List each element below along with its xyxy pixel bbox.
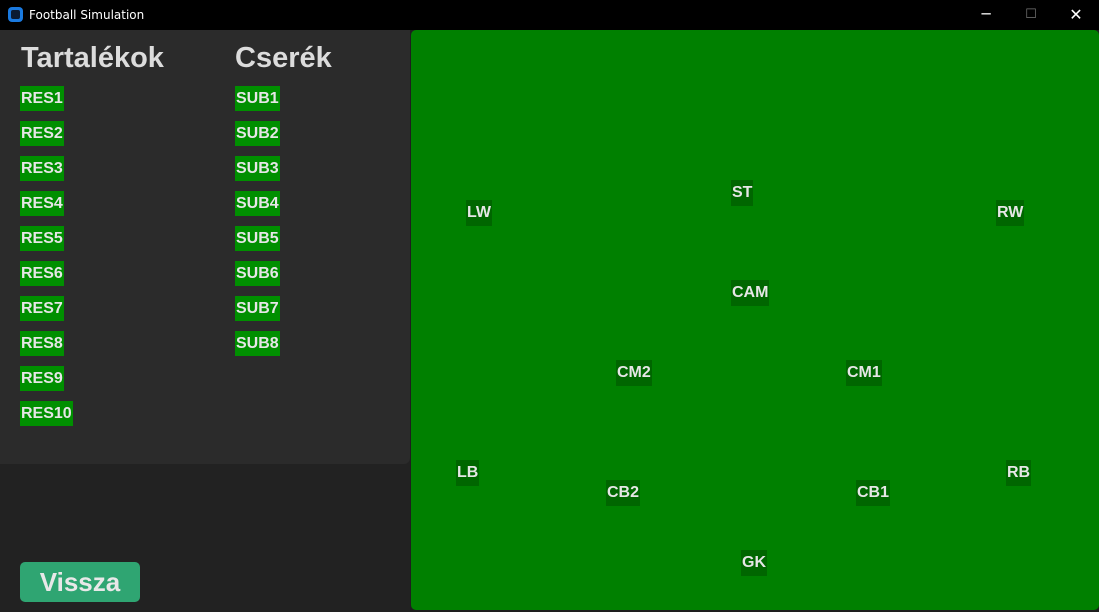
position-st[interactable]: ST [731,180,754,206]
substitute-player[interactable]: SUB6 [235,261,280,286]
substitute-player[interactable]: SUB5 [235,226,280,251]
substitutes-heading: Cserék [235,42,332,74]
position-cb2[interactable]: CB2 [606,480,641,506]
reserve-player[interactable]: RES7 [20,296,64,321]
title-bar: Football Simulation ─ ☐ ✕ [0,0,1099,30]
position-cam[interactable]: CAM [731,280,770,306]
minimize-button[interactable]: ─ [963,0,1009,30]
reserve-player[interactable]: RES5 [20,226,64,251]
back-button[interactable]: Vissza [20,562,140,602]
position-cb1[interactable]: CB1 [856,480,891,506]
app-icon [8,7,23,22]
reserve-player[interactable]: RES9 [20,366,64,391]
pitch: ST LW RW CAM CM2 CM1 LB RB CB2 CB1 GK [411,30,1099,610]
position-gk[interactable]: GK [741,550,767,576]
position-cm1[interactable]: CM1 [846,360,882,386]
substitute-player[interactable]: SUB2 [235,121,280,146]
reserve-player[interactable]: RES4 [20,191,64,216]
reserve-player[interactable]: RES8 [20,331,64,356]
reserve-player[interactable]: RES3 [20,156,64,181]
substitute-player[interactable]: SUB3 [235,156,280,181]
reserve-player[interactable]: RES6 [20,261,64,286]
window-title: Football Simulation [29,8,145,22]
reserve-player[interactable]: RES2 [20,121,64,146]
substitute-player[interactable]: SUB4 [235,191,280,216]
position-cm2[interactable]: CM2 [616,360,652,386]
maximize-button[interactable]: ☐ [1008,0,1054,30]
substitute-player[interactable]: SUB1 [235,86,280,111]
position-lb[interactable]: LB [456,460,480,486]
position-rw[interactable]: RW [996,200,1025,226]
substitute-player[interactable]: SUB7 [235,296,280,321]
close-button[interactable]: ✕ [1053,0,1099,30]
position-lw[interactable]: LW [466,200,492,226]
reserve-player[interactable]: RES1 [20,86,64,111]
position-rb[interactable]: RB [1006,460,1032,486]
substitute-player[interactable]: SUB8 [235,331,280,356]
left-panel: Tartalékok Cserék RES1 RES2 RES3 RES4 RE… [0,30,410,612]
reserves-heading: Tartalékok [21,42,164,74]
reserve-player[interactable]: RES10 [20,401,73,426]
player-lists-frame: Tartalékok Cserék RES1 RES2 RES3 RES4 RE… [0,30,410,464]
